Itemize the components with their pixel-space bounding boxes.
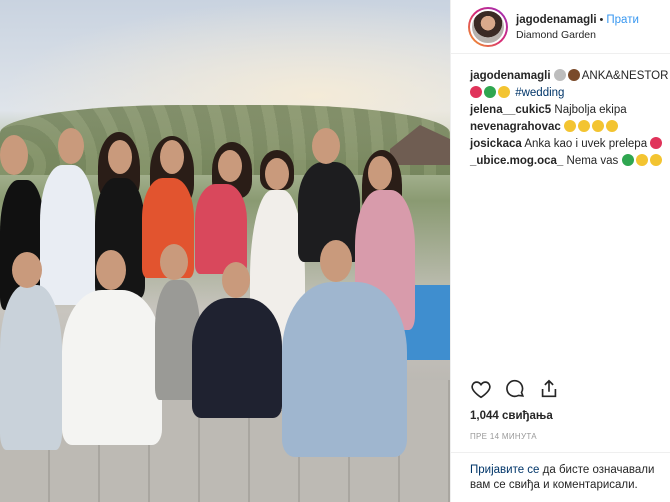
heart-emoji-icon [650,137,663,149]
action-bar [470,378,560,400]
person-front-1 [0,285,62,450]
comment-text: Najbolja ekipa [554,104,627,116]
comment-username[interactable]: nevenagrahovac [470,121,561,133]
ribbon-emoji-icon [470,86,482,98]
person-front-1-head [12,252,42,288]
header-separator: • [599,13,604,26]
heart-eyes-emoji-icon [563,120,576,132]
avatar[interactable] [468,6,508,47]
comment-username[interactable]: josickaca [470,138,522,150]
person-front-4-head [222,262,250,298]
login-link[interactable]: Пријавите се [470,464,539,476]
person-back-1-head [0,135,28,175]
instagram-post: jagodenamagli • Прати Diamond Garden jagod… [0,0,670,502]
comment-icon[interactable] [504,378,526,400]
location-link[interactable]: Diamond Garden [516,28,639,43]
caption: jagodenamagli ANKA&NESTOR [470,68,670,85]
comment-row: josickaca Anka kao i uvek prelepa [470,136,670,153]
follow-button[interactable]: Прати [606,14,639,26]
avatar-image [470,8,506,45]
person-front-2-head [96,250,126,290]
person-back-5-head [218,150,242,182]
post-header: jagodenamagli • Прати Diamond Garden [451,0,670,54]
comment-row: jelena__cukic5 Najbolja ekipa [470,102,670,119]
login-text-2: вам се свиђа и коментарисали. [470,479,638,491]
person-back-2-head [58,128,84,164]
share-icon[interactable] [538,378,560,400]
person-front-5 [282,282,407,457]
likes-count[interactable]: 1,044 свиђања [470,410,553,422]
caption-text: ANKA&NESTOR [581,70,669,82]
person-back-5 [195,184,247,274]
person-front-3-head [160,244,188,280]
caption-username[interactable]: jagodenamagli [470,70,551,82]
person-bride-head [265,158,289,190]
comment-username[interactable]: _ubice.mog.oca_ [470,155,563,167]
heart-eyes-emoji-icon [649,154,662,166]
caption-line-2: #wedding [470,85,670,102]
sunglasses-emoji-icon [577,120,590,132]
party-emoji-icon [484,86,496,98]
comment-text: Anka kao i uvek prelepa [524,138,648,150]
person-back-4-head [160,140,184,174]
comment-row: _ubice.mog.oca_ Nema vas [470,153,670,170]
person-groom-head [312,128,340,164]
person-back-3-head [108,140,132,174]
comment-username[interactable]: jelena__cukic5 [470,104,551,116]
comment-row: nevenagrahovac [470,119,670,136]
smile-emoji-icon [498,86,510,98]
person-front-5-head [320,240,352,282]
comment-text: Nema vas [566,155,619,167]
post-timestamp: ПРЕ 14 МИНУТА [470,432,537,441]
login-text-1: да бисте означавали [539,464,655,476]
header-username[interactable]: jagodenamagli [516,14,597,26]
post-side-panel: jagodenamagli • Прати Diamond Garden jagod… [450,0,670,502]
person-front-4 [192,298,282,418]
heart-icon[interactable] [470,378,492,400]
blush-emoji-icon [591,120,604,132]
header-text: jagodenamagli • Прати Diamond Garden [516,11,639,43]
hashtag-link[interactable]: #wedding [515,87,564,99]
person-back-8-head [368,156,392,190]
comments-list: jagodenamagli ANKA&NESTOR #wedding jelen… [451,54,670,170]
person-back-2 [40,165,95,305]
heart-eyes-emoji-icon [635,154,648,166]
globe-emoji-icon [621,154,634,166]
post-photo[interactable] [0,0,450,502]
bride-emoji-icon [553,69,566,81]
login-prompt: Пријавите се да бисте означавали вам се … [451,452,670,493]
blush-emoji-icon [605,120,618,132]
person-front-2 [62,290,162,445]
groom-emoji-icon [567,69,580,81]
